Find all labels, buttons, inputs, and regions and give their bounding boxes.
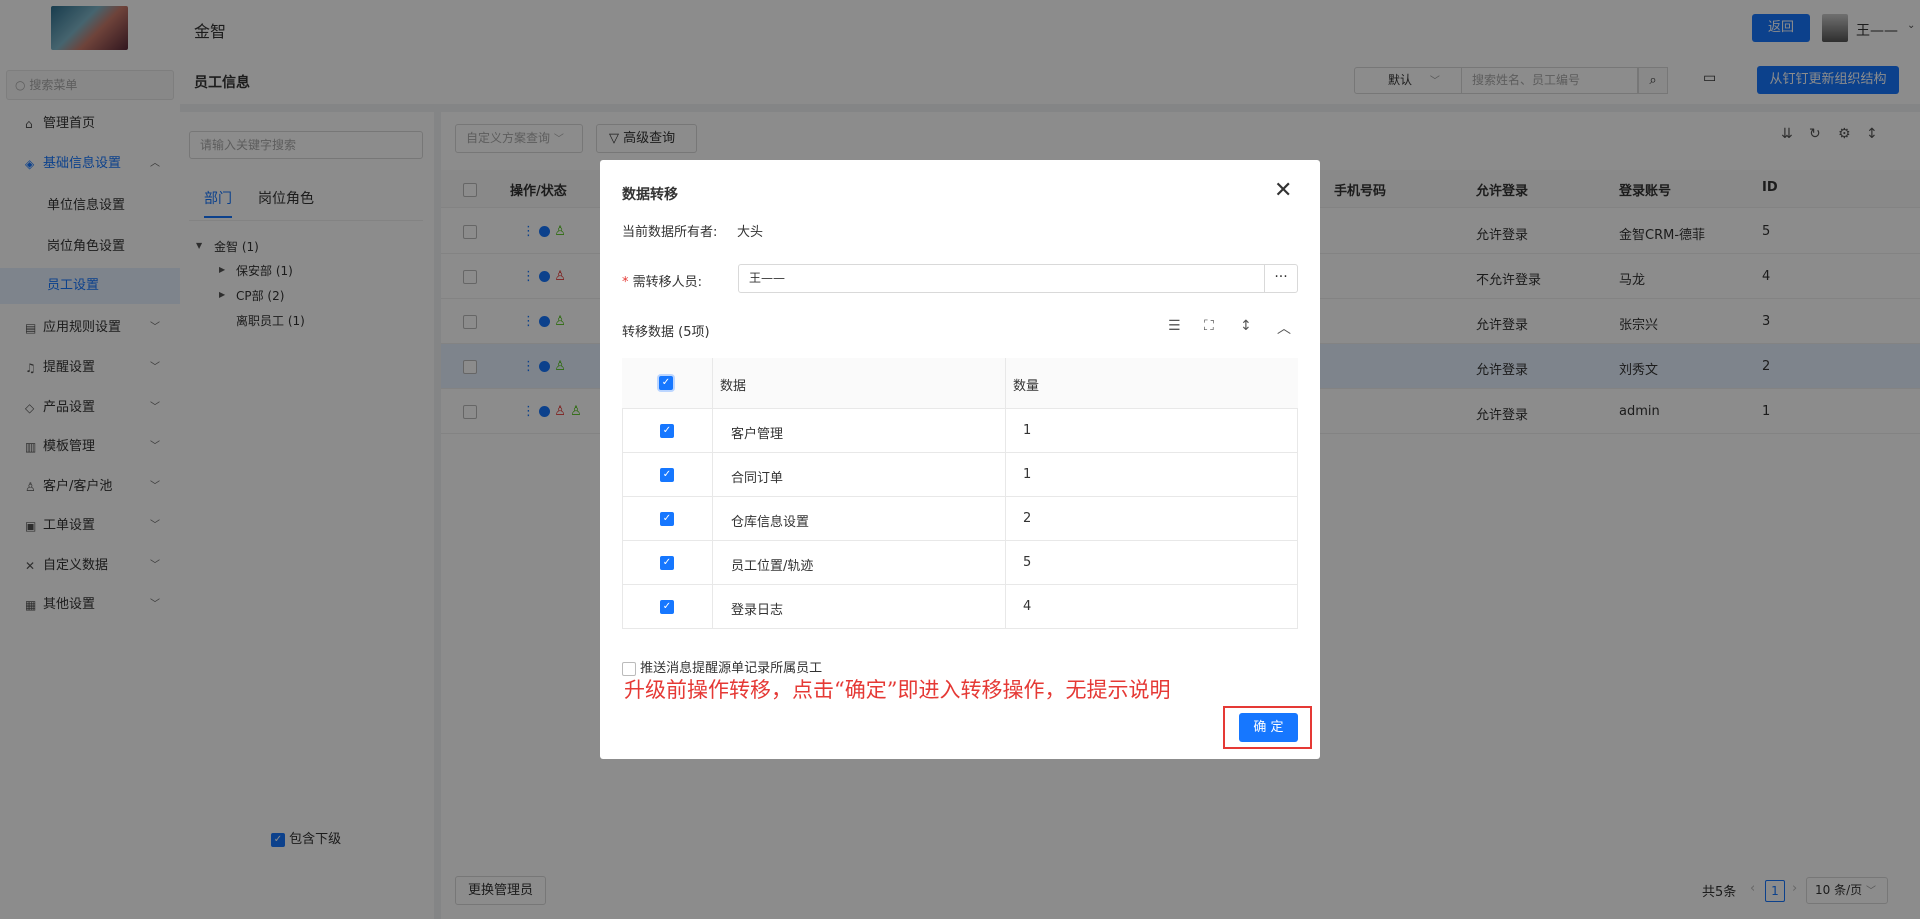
chevron-up-icon[interactable]: ︿ bbox=[1277, 318, 1291, 338]
check-icon: ✓ bbox=[660, 555, 674, 570]
check-icon: ✓ bbox=[660, 511, 674, 526]
fullscreen-icon[interactable]: ⛶ bbox=[1204, 318, 1214, 334]
table-row bbox=[622, 409, 1298, 453]
table-row bbox=[622, 453, 1298, 497]
table-row bbox=[622, 541, 1298, 585]
indent-icon[interactable]: ☰ bbox=[1168, 318, 1181, 334]
close-icon[interactable]: ✕ bbox=[1274, 178, 1292, 203]
row-checkbox[interactable]: ✓ bbox=[660, 423, 674, 438]
cell-data-name: 员工位置/轨迹 bbox=[731, 559, 814, 574]
col-header-data: 数据 bbox=[720, 379, 747, 394]
confirm-button[interactable]: 确 定 bbox=[1239, 713, 1298, 742]
cell-data-name: 仓库信息设置 bbox=[731, 515, 810, 530]
annotation-text: 升级前操作转移，点击“确定”即进入转移操作，无提示说明 bbox=[624, 678, 1171, 702]
row-checkbox[interactable]: ✓ bbox=[660, 599, 674, 614]
check-icon: ✓ bbox=[659, 375, 673, 390]
required-mark: * bbox=[622, 275, 629, 290]
transfer-label: * 需转移人员: bbox=[622, 271, 702, 290]
cell-data-count: 5 bbox=[1023, 555, 1032, 570]
cell-data-count: 1 bbox=[1023, 467, 1032, 482]
row-checkbox[interactable]: ✓ bbox=[660, 555, 674, 570]
modal-title: 数据转移 bbox=[622, 187, 678, 203]
select-all-checkbox[interactable]: ✓ bbox=[659, 375, 673, 390]
col-header-count: 数量 bbox=[1013, 379, 1040, 394]
owner-value: 大头 bbox=[737, 225, 764, 240]
table-row bbox=[622, 497, 1298, 541]
check-icon: ✓ bbox=[660, 423, 674, 438]
row-checkbox[interactable]: ✓ bbox=[660, 467, 674, 482]
owner-label: 当前数据所有者: bbox=[622, 225, 718, 240]
transfer-label-text: 需转移人员: bbox=[632, 275, 703, 290]
cell-data-name: 登录日志 bbox=[731, 603, 784, 618]
row-checkbox[interactable]: ✓ bbox=[660, 511, 674, 526]
cell-data-name: 合同订单 bbox=[731, 471, 784, 486]
cell-data-name: 客户管理 bbox=[731, 427, 784, 442]
cell-data-count: 2 bbox=[1023, 511, 1032, 526]
cell-data-count: 1 bbox=[1023, 423, 1032, 438]
cell-data-count: 4 bbox=[1023, 599, 1032, 614]
transfer-person-input[interactable]: 王—— bbox=[738, 264, 1265, 293]
more-icon[interactable]: ··· bbox=[1264, 264, 1298, 293]
check-icon: ✓ bbox=[660, 467, 674, 482]
section-title: 转移数据 (5项) bbox=[622, 325, 710, 340]
check-icon: ✓ bbox=[660, 599, 674, 614]
row-height-icon[interactable]: ↕ bbox=[1240, 318, 1252, 334]
